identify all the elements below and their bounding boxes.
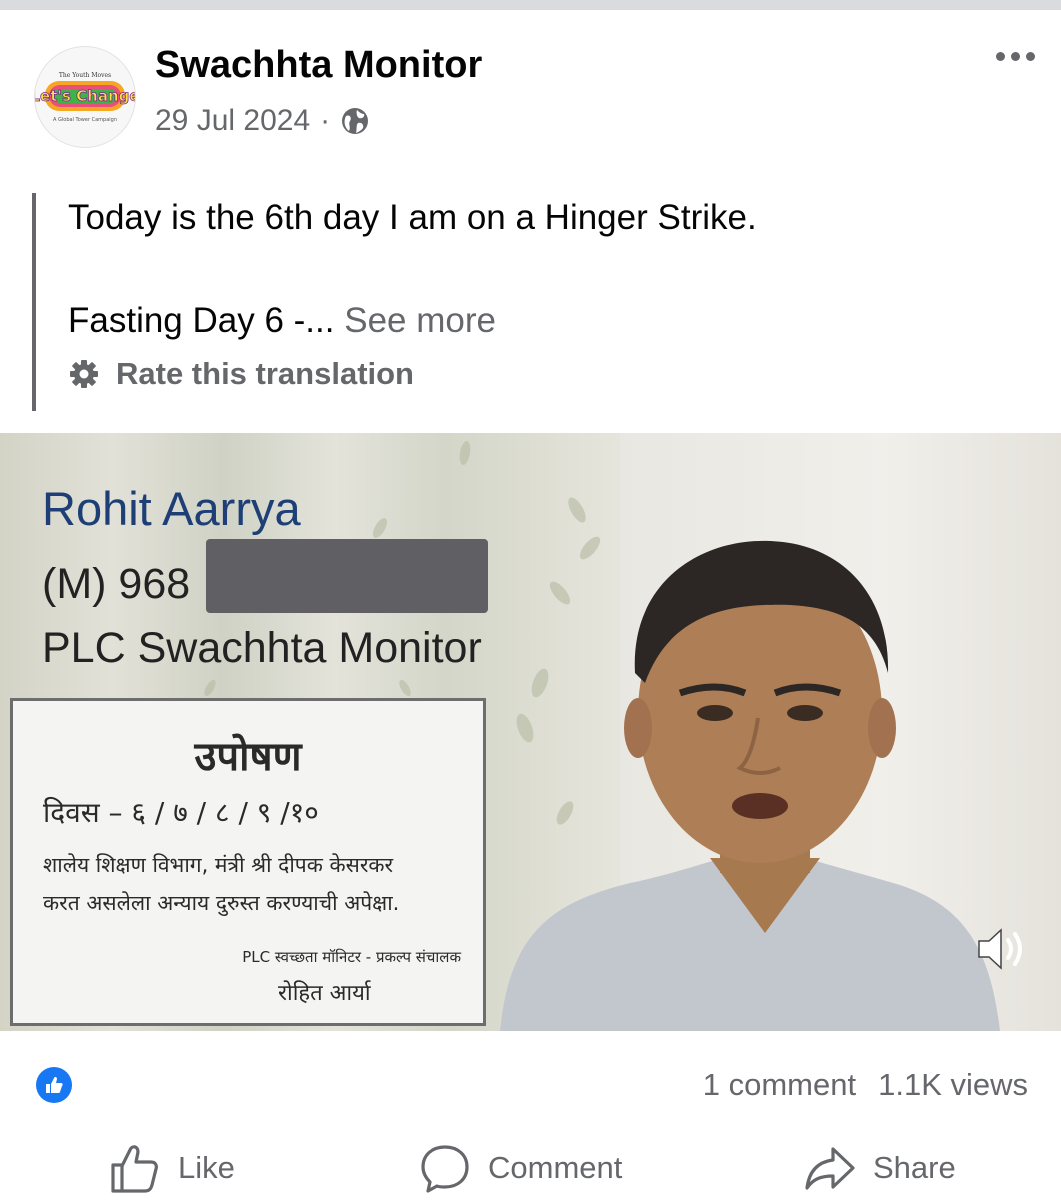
thumbs-up-icon xyxy=(46,1076,63,1093)
share-button[interactable]: Share xyxy=(803,1138,956,1198)
sign-title: उपोषण xyxy=(194,734,302,780)
post-text-line-2: Fasting Day 6 -... See more xyxy=(68,301,496,341)
globe-icon xyxy=(342,108,369,134)
post-text-truncated: Fasting Day 6 -... xyxy=(68,301,335,340)
sign-line-3: PLC स्वच्छता मॉनिटर - प्रकल्प संचालक xyxy=(242,948,461,966)
share-label: Share xyxy=(873,1150,956,1185)
post-text-line-1: Today is the 6th day I am on a Hinger St… xyxy=(68,198,757,237)
redaction-box xyxy=(206,539,488,613)
page-avatar[interactable]: The Youth Moves Let's Change A Global To… xyxy=(34,46,136,148)
speaker-figure xyxy=(500,540,1000,1031)
video-overlay-org: PLC Swachhta Monitor xyxy=(42,624,482,672)
rate-translation-button[interactable]: Rate this translation xyxy=(68,356,414,392)
meta-separator: · xyxy=(320,104,331,137)
sign-line-1: शालेय शिक्षण विभाग, मंत्री श्री दीपक केस… xyxy=(43,853,394,877)
comment-count[interactable]: 1 comment xyxy=(703,1067,856,1103)
top-divider xyxy=(0,0,1061,10)
post-date[interactable]: 29 Jul 2024 xyxy=(155,104,310,138)
like-reaction-icon[interactable] xyxy=(36,1067,72,1103)
see-more-link[interactable]: See more xyxy=(344,301,496,340)
hunger-strike-sign: उपोषण दिवस – ६ / ७ / ८ / ९ /१० शालेय शिक… xyxy=(10,698,486,1026)
view-count[interactable]: 1.1K views xyxy=(878,1067,1028,1103)
sign-date: दिवस – ६ / ७ / ८ / ९ /१० xyxy=(43,796,319,829)
svg-text:A Global Tower Campaign: A Global Tower Campaign xyxy=(53,117,117,123)
video-player[interactable]: Rohit Aarrya (M) 968 PLC Swachhta Monito… xyxy=(0,433,1061,1031)
video-overlay-mobile: (M) 968 xyxy=(42,560,191,608)
gear-icon xyxy=(70,360,98,388)
lets-change-logo: The Youth Moves Let's Change A Global To… xyxy=(35,72,135,123)
mute-toggle-button[interactable] xyxy=(975,923,1031,980)
comment-label: Comment xyxy=(488,1150,623,1185)
rate-translation-label: Rate this translation xyxy=(116,356,414,391)
comment-button[interactable]: Comment xyxy=(418,1138,622,1198)
sign-line-4: रोहित आर्या xyxy=(278,981,371,1006)
svg-text:Let's Change: Let's Change xyxy=(35,87,135,105)
share-arrow-icon xyxy=(805,1147,855,1190)
comment-bubble-icon xyxy=(421,1145,469,1193)
page-name[interactable]: Swachhta Monitor xyxy=(155,44,482,87)
like-button[interactable]: Like xyxy=(108,1138,235,1198)
post-meta: 29 Jul 2024 · xyxy=(155,104,370,138)
more-options-button[interactable] xyxy=(996,52,1035,61)
video-overlay-name: Rohit Aarrya xyxy=(42,482,301,535)
post-stats: 1 comment 1.1K views xyxy=(703,1067,1028,1103)
speaker-icon xyxy=(978,928,1022,970)
translation-quote-bar xyxy=(32,193,36,411)
thumbs-up-outline-icon xyxy=(111,1145,158,1193)
sign-line-2: करत असलेला अन्याय दुरुस्त करण्याची अपेक्… xyxy=(43,891,400,915)
svg-text:The Youth Moves: The Youth Moves xyxy=(59,72,111,79)
like-label: Like xyxy=(178,1150,235,1185)
action-bar: Like Comment Share xyxy=(0,1138,1061,1198)
